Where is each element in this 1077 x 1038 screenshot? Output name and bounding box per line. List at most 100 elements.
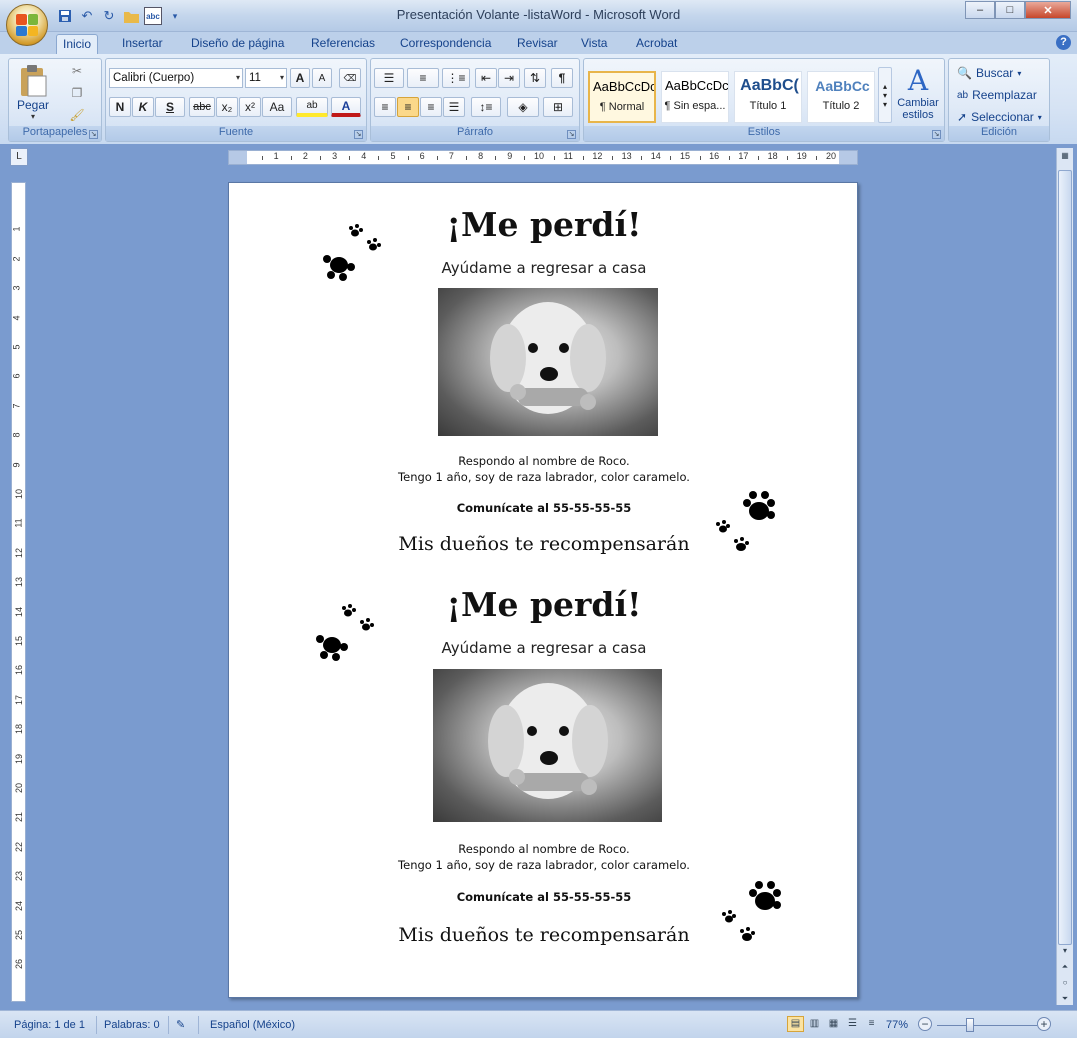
web-layout-button[interactable]: ▦: [825, 1016, 842, 1032]
zoom-slider-track[interactable]: [937, 1025, 1037, 1026]
paste-button[interactable]: Pegar ▾: [13, 61, 53, 123]
tab-acrobat[interactable]: Acrobat: [630, 34, 683, 54]
underline-button[interactable]: S: [155, 97, 185, 117]
word-count[interactable]: Palabras: 0: [104, 1017, 160, 1033]
dialog-launcher-icon[interactable]: ↘: [89, 130, 98, 139]
chevron-up-icon: ▴: [882, 81, 887, 91]
zoom-slider-thumb[interactable]: [966, 1018, 974, 1032]
font-group-label: Fuente: [106, 126, 366, 141]
document-page[interactable]: ¡Me perdí! Ayúdame a regresar a casa Res…: [228, 182, 858, 998]
scroll-down-icon[interactable]: ▾: [1058, 946, 1072, 960]
grow-font-button[interactable]: A: [290, 68, 310, 88]
bold-button[interactable]: N: [109, 97, 131, 117]
select-button[interactable]: ➚ Seleccionar ▾: [957, 107, 1042, 127]
dialog-launcher-icon[interactable]: ↘: [567, 130, 576, 139]
dog-photo[interactable]: [438, 288, 658, 436]
tab-selector-button[interactable]: L: [10, 148, 28, 166]
previous-page-icon[interactable]: ⏶: [1058, 962, 1072, 976]
tab-correspondencia[interactable]: Correspondencia: [394, 34, 497, 54]
multilevel-list-button[interactable]: ⋮≡: [442, 68, 470, 88]
print-layout-view-button[interactable]: ▤: [787, 1016, 804, 1032]
ruler-number: 5: [11, 344, 22, 350]
vertical-scrollbar[interactable]: ▦ ▾ ⏶ ○ ⏷: [1056, 148, 1073, 1005]
outdent-icon: ⇤: [480, 71, 492, 85]
decrease-indent-button[interactable]: ⇤: [475, 68, 497, 88]
tab-revisar[interactable]: Revisar: [511, 34, 564, 54]
outline-view-button[interactable]: ☰: [844, 1016, 861, 1032]
superscript-button[interactable]: x²: [239, 97, 261, 117]
cut-button[interactable]: ✂: [67, 61, 87, 81]
dialog-launcher-icon[interactable]: ↘: [354, 130, 363, 139]
view-ruler-icon[interactable]: ▦: [1058, 151, 1072, 165]
shading-button[interactable]: ◈: [507, 97, 539, 117]
font-size-select[interactable]: 11 ▾: [245, 68, 287, 88]
maximize-button[interactable]: □: [995, 1, 1025, 19]
sort-button[interactable]: ⇅: [524, 68, 546, 88]
subscript-button[interactable]: x₂: [216, 97, 238, 117]
font-family-select[interactable]: Calibri (Cuerpo) ▾: [109, 68, 243, 88]
line-spacing-button[interactable]: ↕≡: [471, 97, 501, 117]
styles-scroll[interactable]: ▴ ▾ ▾: [878, 67, 892, 123]
next-page-icon[interactable]: ⏷: [1058, 994, 1072, 1008]
style-heading-1[interactable]: AaBbC( Título 1: [734, 71, 802, 123]
zoom-in-button[interactable]: +: [1037, 1017, 1051, 1031]
change-case-button[interactable]: Aa: [262, 97, 292, 117]
horizontal-ruler[interactable]: 1 2 3 4 5 6 7 8 9 10 11 12 13 14 15 16 17 18 19 20: [228, 150, 858, 165]
style-normal[interactable]: AaBbCcDc ¶ Normal: [588, 71, 656, 123]
help-icon[interactable]: ?: [1056, 35, 1071, 50]
tab-insertar[interactable]: Insertar: [116, 34, 169, 54]
find-button[interactable]: 🔍 Buscar ▾: [957, 63, 1021, 83]
minimize-button[interactable]: –: [965, 1, 995, 19]
bullets-button[interactable]: ☰: [374, 68, 404, 88]
align-center-button[interactable]: ≡: [397, 97, 419, 117]
borders-button[interactable]: ⊞: [543, 97, 573, 117]
zoom-out-button[interactable]: −: [918, 1017, 932, 1031]
draft-view-button[interactable]: ≡: [863, 1016, 880, 1032]
numbering-button[interactable]: ≡: [407, 68, 439, 88]
dog-photo[interactable]: [433, 669, 662, 822]
replace-button[interactable]: ab Reemplazar: [957, 85, 1037, 105]
close-button[interactable]: ✕: [1025, 1, 1071, 19]
align-left-button[interactable]: ≡: [374, 97, 396, 117]
ruler-tick: [524, 156, 526, 160]
page-count[interactable]: Página: 1 de 1: [14, 1017, 85, 1033]
proofing-icon[interactable]: ✎: [176, 1017, 185, 1033]
ruler-number: 4: [361, 151, 367, 161]
show-marks-button[interactable]: ¶: [551, 68, 573, 88]
italic-button[interactable]: K: [132, 97, 154, 117]
ruler-tick: [261, 156, 263, 160]
ruler-number: 11: [563, 151, 573, 161]
ruler-tick: [553, 156, 555, 160]
highlight-button[interactable]: ab: [296, 97, 328, 117]
office-button[interactable]: [6, 4, 48, 46]
shrink-font-button[interactable]: A: [312, 68, 332, 88]
ruler-tick: [612, 156, 613, 160]
zoom-level[interactable]: 77%: [886, 1017, 908, 1033]
tab-inicio[interactable]: Inicio: [56, 34, 99, 54]
flyer-description-1: Respondo al nombre de Roco.: [458, 842, 630, 856]
browse-object-icon[interactable]: ○: [1058, 978, 1072, 992]
left-margin: [229, 151, 247, 164]
align-right-button[interactable]: ≡: [420, 97, 442, 117]
tab-referencias[interactable]: Referencias: [305, 34, 381, 54]
copy-button[interactable]: ❐: [67, 83, 87, 103]
ruler-number: 19: [14, 753, 25, 764]
font-color-button[interactable]: A: [331, 97, 361, 117]
more-icon: ▾: [882, 99, 887, 109]
vertical-ruler[interactable]: 1 2 3 4 5 6 7 8 9 10 11 12 13 14 15 16 17 18 19 20 21 22 23 24 2…: [11, 182, 26, 1002]
change-styles-button[interactable]: A Cambiar estilos: [896, 61, 940, 125]
increase-indent-button[interactable]: ⇥: [498, 68, 520, 88]
style-heading-2[interactable]: AaBbCc Título 2: [807, 71, 875, 123]
ruler-number: 14: [650, 151, 661, 161]
justify-button[interactable]: ☰: [443, 97, 465, 117]
clear-format-button[interactable]: ⌫: [339, 68, 361, 88]
format-painter-button[interactable]: 🖌: [67, 105, 87, 125]
style-no-spacing[interactable]: AaBbCcDc ¶ Sin espa...: [661, 71, 729, 123]
dialog-launcher-icon[interactable]: ↘: [932, 130, 941, 139]
tab-vista[interactable]: Vista: [575, 34, 613, 54]
tab-diseno-pagina[interactable]: Diseño de página: [185, 34, 290, 54]
scroll-thumb[interactable]: [1058, 170, 1072, 945]
strikethrough-button[interactable]: abc: [189, 97, 215, 117]
full-screen-reading-button[interactable]: ▥: [806, 1016, 823, 1032]
language-status[interactable]: Español (México): [210, 1017, 295, 1033]
